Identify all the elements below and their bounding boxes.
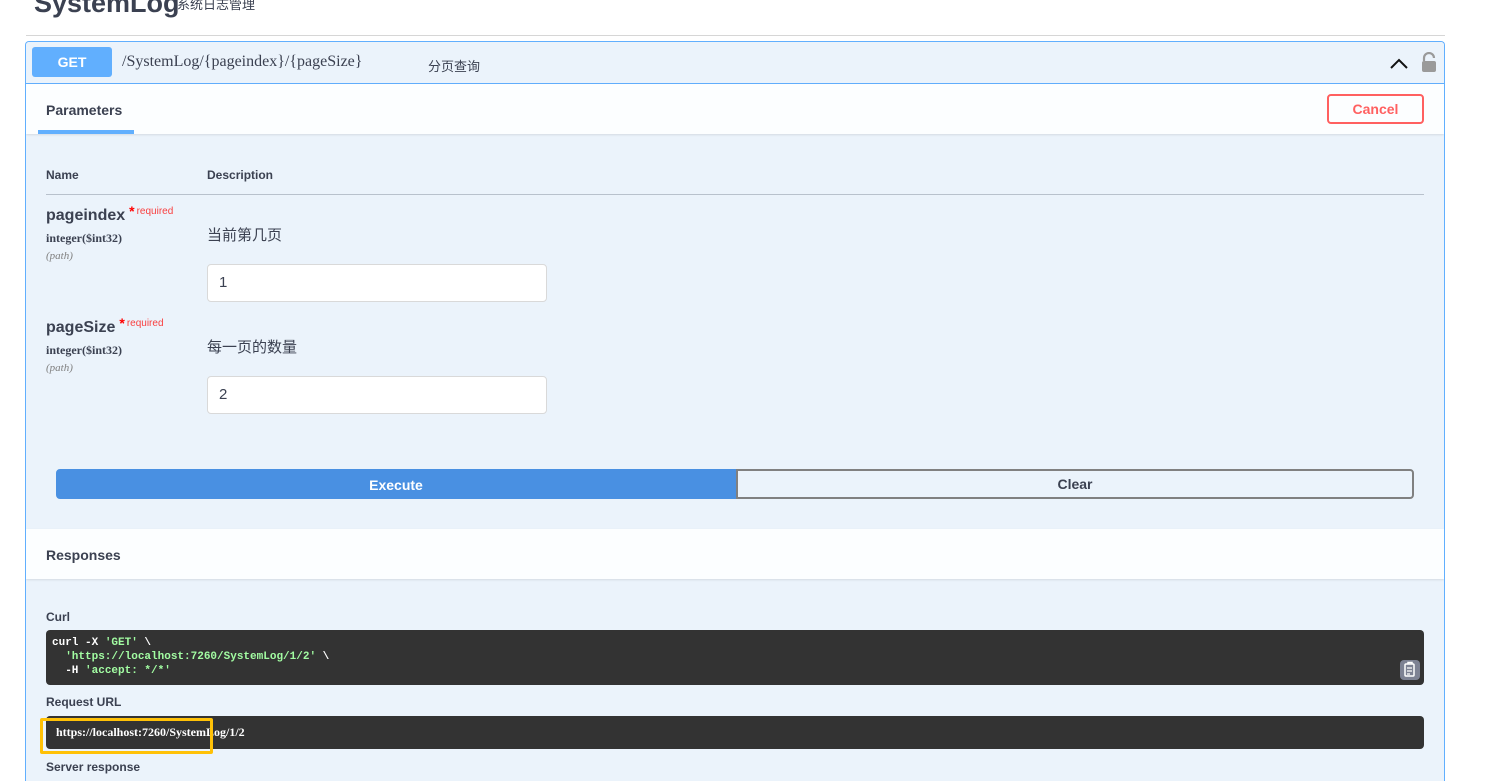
tab-parameters[interactable]: Parameters: [46, 102, 122, 118]
required-label: required: [126, 318, 164, 329]
execute-wrapper: Execute Clear: [56, 469, 1414, 499]
operation-summary-text: 分页查询: [428, 59, 481, 74]
chevron-up-icon[interactable]: [1389, 54, 1409, 74]
curl-label: Curl: [46, 610, 70, 624]
required-label: required: [136, 206, 174, 217]
curl-text: [52, 651, 65, 663]
required-star: *: [129, 203, 135, 219]
curl-string: 'https://localhost:7260/SystemLog/1/2': [65, 651, 317, 663]
method-badge: GET: [32, 47, 112, 77]
tag-description: 系统日志管理: [177, 0, 256, 12]
curl-line: -H 'accept: */*': [52, 664, 1418, 678]
collapse-icon[interactable]: [1397, 0, 1421, 10]
param-name-label: pageSize: [46, 319, 116, 336]
param-location: (path): [46, 250, 73, 262]
table-divider: [46, 194, 1424, 195]
pageindex-input[interactable]: 1: [207, 264, 547, 302]
curl-line: curl -X 'GET' \: [52, 636, 1418, 650]
tab-active-indicator: [38, 130, 134, 134]
param-type: integer($int32): [46, 231, 122, 245]
curl-line: 'https://localhost:7260/SystemLog/1/2' \: [52, 650, 1418, 664]
param-name-pagesize: pageSize * required: [46, 315, 164, 337]
clear-button[interactable]: Clear: [736, 469, 1414, 499]
param-description: 当前第几页: [207, 227, 283, 244]
curl-text: -H: [52, 665, 86, 677]
curl-code-block[interactable]: curl -X 'GET' \ 'https://localhost:7260/…: [46, 630, 1424, 685]
execute-button[interactable]: Execute: [56, 469, 736, 499]
param-type: integer($int32): [46, 343, 122, 357]
column-header-description: Description: [207, 168, 274, 182]
curl-text: \: [316, 651, 330, 663]
parameters-header: Parameters Cancel: [26, 84, 1444, 134]
curl-string: 'GET': [104, 637, 138, 649]
curl-text: curl -X: [52, 637, 105, 649]
operation-block: GET /SystemLog/{pageindex}/{pageSize} 分页…: [25, 41, 1445, 781]
highlight-annotation: [40, 718, 213, 754]
operation-path: /SystemLog/{pageindex}/{pageSize}: [122, 53, 363, 70]
server-response-label: Server response: [46, 760, 141, 774]
tag-title: SystemLog: [34, 0, 180, 18]
cancel-button[interactable]: Cancel: [1327, 94, 1424, 124]
request-url-block[interactable]: https://localhost:7260/SystemLog/1/2: [46, 716, 1424, 749]
operation-summary[interactable]: GET /SystemLog/{pageindex}/{pageSize} 分页…: [26, 42, 1444, 84]
column-header-name: Name: [46, 168, 79, 182]
param-name-pageindex: pageindex * required: [46, 203, 174, 225]
request-url-label: Request URL: [46, 695, 122, 709]
responses-title: Responses: [46, 547, 121, 563]
required-star: *: [119, 315, 125, 331]
copy-icon[interactable]: [1400, 660, 1420, 680]
tag-header[interactable]: SystemLog 系统日志管理: [0, 0, 1495, 36]
curl-text: \: [137, 637, 152, 649]
param-name-label: pageindex: [46, 207, 126, 224]
curl-string: 'accept: */*': [85, 665, 171, 677]
responses-header: Responses: [26, 529, 1444, 579]
param-location: (path): [46, 362, 73, 374]
pagesize-input[interactable]: 2: [207, 376, 547, 414]
lock-icon[interactable]: [1420, 52, 1438, 74]
tag-divider: [26, 35, 1445, 36]
param-description: 每一页的数量: [207, 339, 298, 356]
